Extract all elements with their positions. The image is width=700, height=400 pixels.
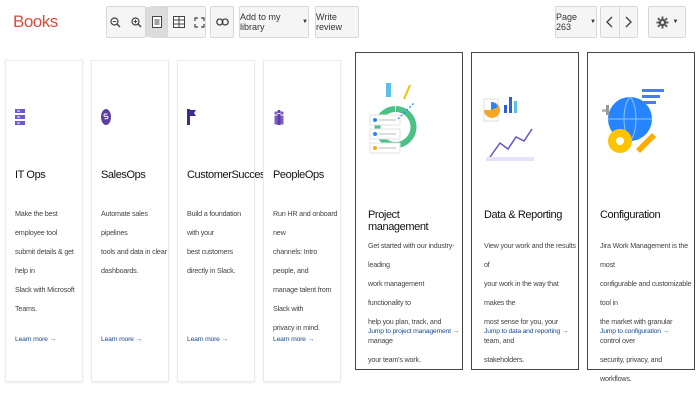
zoom-group (106, 6, 146, 38)
learn-more-link[interactable]: Learn more → (273, 336, 314, 343)
card-project-management: Project management Get started with our … (355, 52, 463, 370)
learn-more-link[interactable]: Learn more → (15, 336, 56, 343)
card-peopleops: PeopleOps Run HR and onboard new channels… (263, 60, 341, 382)
card-customersuccess: CustomerSuccess Build a foundation with … (177, 60, 271, 382)
card-salesops: SalesOps Automate sales pipelines tools a… (91, 60, 169, 382)
settings-button[interactable]: ▼ (648, 6, 686, 38)
link-icon (215, 18, 229, 26)
card-description: View your work and the results of your wo… (484, 241, 576, 364)
globe-settings-illustration (600, 83, 670, 172)
card-title: Data & Reporting (484, 209, 562, 221)
add-to-library-label: Add to my library (240, 12, 281, 32)
card-description: Build a foundation with your best custome… (187, 209, 241, 275)
chevron-down-icon: ▼ (302, 19, 308, 25)
view-mode-group (146, 6, 206, 38)
card-title: PeopleOps (273, 169, 324, 181)
page-nav-group (600, 6, 638, 38)
chevron-down-icon: ▼ (672, 19, 679, 25)
server-icon (15, 109, 25, 130)
write-review-button[interactable]: Write review (315, 6, 359, 38)
single-page-icon[interactable] (146, 7, 167, 37)
next-page-icon[interactable] (620, 7, 638, 37)
jump-link[interactable]: Jump to configuration → (600, 328, 669, 335)
add-to-library-button[interactable]: Add to my library ▼ (239, 6, 309, 38)
card-description: Get started with our industry-leading wor… (368, 241, 455, 364)
card-title: CustomerSuccess (187, 169, 271, 181)
card-it-ops: IT Ops Make the best employee tool submit… (5, 60, 83, 382)
learn-more-link[interactable]: Learn more → (101, 336, 142, 343)
zoom-in-icon[interactable] (126, 7, 147, 37)
gear-icon (655, 15, 669, 29)
card-grid: IT Ops Make the best employee tool submit… (0, 52, 700, 392)
people-icon (273, 109, 285, 130)
card-description: Run HR and onboard new channels: Intro pe… (273, 209, 338, 332)
card-description: Jira Work Management is the most configur… (600, 241, 692, 383)
card-title: SalesOps (101, 169, 146, 181)
link-button[interactable] (210, 6, 234, 38)
flag-icon (187, 109, 197, 130)
page-select[interactable]: Page 263 ▼ (555, 6, 597, 38)
dollar-icon (101, 109, 111, 130)
card-title: Configuration (600, 209, 661, 221)
card-description: Automate sales pipelines tools and data i… (101, 209, 167, 275)
card-configuration: Configuration Jira Work Management is th… (587, 52, 695, 383)
card-title: Project management (368, 209, 429, 233)
chart-illustration (482, 93, 542, 170)
fullscreen-icon[interactable] (189, 7, 210, 37)
previous-page-icon[interactable] (601, 7, 619, 37)
card-data-reporting: Data & Reporting View your work and the … (471, 52, 579, 370)
zoom-out-icon[interactable] (105, 7, 126, 37)
card-title: IT Ops (15, 169, 46, 181)
card-description: Make the best employee tool submit detail… (15, 209, 75, 313)
page-label: Page 263 (556, 12, 578, 32)
jump-link[interactable]: Jump to project management → (368, 328, 459, 335)
toolbar: Books Add to my library ▼ Write review P… (0, 0, 700, 46)
learn-more-link[interactable]: Learn more → (187, 336, 228, 343)
app-title: Books (13, 12, 58, 31)
jump-link[interactable]: Jump to data and reporting → (484, 328, 569, 335)
chevron-down-icon: ▼ (590, 19, 596, 25)
two-page-icon[interactable] (168, 7, 189, 37)
project-board-illustration (366, 81, 426, 168)
write-review-label: Write review (316, 12, 343, 32)
